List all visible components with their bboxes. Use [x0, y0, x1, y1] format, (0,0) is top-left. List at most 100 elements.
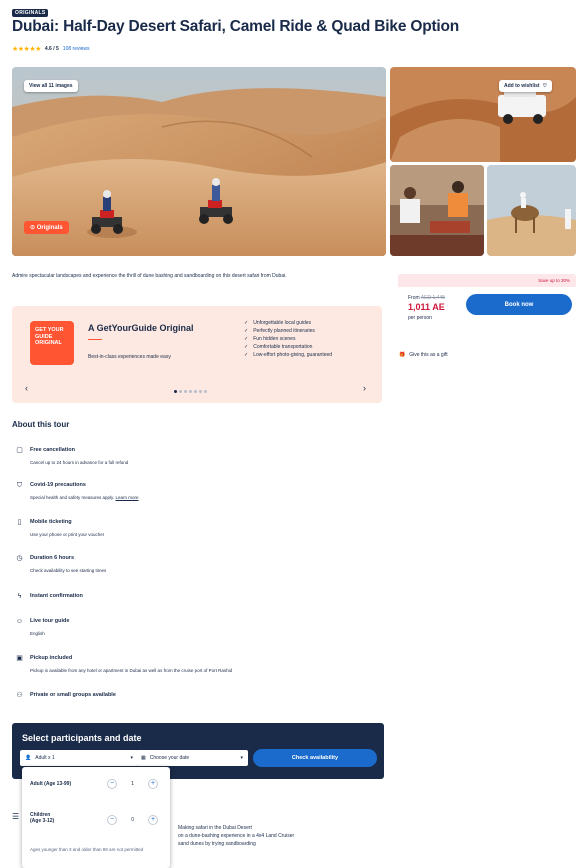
about-item-pickup: ▣ Pickup included Pickup is available fr… [15, 654, 375, 674]
date-placeholder: Choose your date [149, 755, 190, 761]
about-item-live-guide: ☺ Live tour guide English [15, 617, 375, 637]
about-item-title: Pickup included [30, 655, 73, 661]
originals-badge: ORIGINALS [12, 9, 49, 17]
highlights-text: Making safari in the Dubai Desert on a d… [178, 824, 378, 848]
feature-item: Fun hidden scenes [244, 335, 332, 343]
about-item-desc: Check availability to see starting times [30, 568, 107, 573]
carousel-dot[interactable] [199, 390, 202, 393]
add-to-wishlist-button[interactable]: Add to wishlist ♡ [499, 80, 553, 92]
adult-row: Adult (Age 13-99) [30, 781, 71, 787]
about-item-title: Private or small groups available [30, 692, 116, 698]
carousel-dot[interactable] [194, 390, 197, 393]
about-item-instant-confirmation: ϟ Instant confirmation [15, 592, 375, 601]
child-row: Children (Age 3-12) [30, 812, 54, 824]
gyg-originals-logo: GET YOUR GUIDE ORIGINAL [30, 321, 74, 365]
rating-row: ★★★★★ 4.6 / 5 108 reviews [12, 45, 89, 53]
carousel-dot[interactable] [204, 390, 207, 393]
plus-button[interactable]: + [148, 779, 158, 789]
originals-tag: ⊙ Originals [24, 221, 69, 234]
highlight-line: sand dunes by trying sandboarding [178, 841, 256, 847]
about-item-desc: Special health and safety measures apply… [30, 494, 139, 501]
learn-more-link[interactable]: Learn more [115, 495, 138, 500]
wishlist-label: Add to wishlist [504, 83, 540, 89]
adult-count: 1 [131, 781, 134, 787]
originals-carousel-card: GET YOUR GUIDE ORIGINAL A GetYourGuide O… [12, 306, 382, 403]
participants-value: Adult x 1 [35, 755, 55, 761]
savings-banner: Save up to 30% [398, 274, 576, 287]
about-item-groups: ⚇ Private or small groups available [15, 691, 375, 700]
carousel-prev-icon[interactable]: ‹ [25, 383, 28, 393]
feature-item: Comfortable transportation [244, 343, 332, 351]
highlight-line: on a dune-bashing experience in a 4x4 La… [178, 833, 295, 839]
old-price: AED 1,445 [420, 295, 445, 301]
heart-icon: ♡ [542, 83, 548, 89]
view-all-images-button[interactable]: View all 11 images [24, 80, 78, 92]
clock-icon: ◷ [16, 555, 23, 562]
originals-tag-icon: ⊙ [30, 225, 37, 231]
current-price: 1,011 AE [408, 302, 445, 312]
product-description: Admire spectacular landscapes and experi… [12, 273, 287, 279]
gallery-image-camel[interactable] [487, 165, 576, 256]
originals-card-title: A GetYourGuide Original [88, 323, 194, 333]
carousel-dot[interactable] [184, 390, 187, 393]
carousel-dot[interactable] [179, 390, 182, 393]
feature-item: Unforgettable local guides [244, 319, 332, 327]
about-item-title: Mobile ticketing [30, 519, 72, 525]
gift-icon: 🎁 [399, 352, 406, 358]
about-item-desc-text: Special health and safety measures apply… [30, 495, 115, 500]
lightning-icon: ϟ [17, 593, 22, 600]
chevron-down-icon: ▾ [240, 755, 243, 761]
about-item-title: Duration 6 hours [30, 555, 75, 561]
minus-button[interactable]: − [107, 779, 118, 789]
feature-item: Perfectly planned itineraries [244, 327, 332, 335]
about-item-desc: Use your phone or print your voucher [30, 532, 105, 537]
child-stepper: − 0 + [107, 815, 158, 825]
about-item-title: Covid-19 precautions [30, 482, 86, 488]
adult-label: Adult (Age 13-99) [30, 781, 72, 787]
gift-link[interactable]: 🎁 Give this as a gift [399, 352, 448, 358]
from-price-label: From AED 1,445 [408, 295, 445, 301]
carousel-dot[interactable] [174, 390, 177, 393]
check-availability-button[interactable]: Check availability [253, 749, 377, 767]
carousel-dots [174, 390, 207, 393]
gallery-image-camp[interactable] [390, 165, 484, 256]
about-item-title: Free cancellation [30, 447, 75, 453]
about-section-title: About this tour [12, 420, 70, 429]
calendar-icon: ▦ [141, 755, 146, 761]
per-person-label: per person [408, 315, 432, 321]
child-age: (Age 3-12) [30, 818, 55, 824]
minus-button[interactable]: − [107, 815, 118, 825]
about-item-duration: ◷ Duration 6 hours Check availability to… [15, 554, 375, 574]
originals-feature-list: Unforgettable local guides Perfectly pla… [244, 319, 332, 359]
chevron-down-icon: ▾ [130, 755, 133, 761]
guide-icon: ☺ [15, 618, 24, 625]
title-underline [88, 339, 102, 340]
person-icon: 👤 [25, 755, 32, 761]
participants-select[interactable]: 👤 Adult x 1 ▾ [20, 750, 138, 766]
plus-button[interactable]: + [148, 815, 158, 825]
rating-value: 4.6 / 5 [44, 46, 59, 52]
about-item-title: Live tour guide [30, 618, 70, 624]
gift-label: Give this as a gift [409, 352, 448, 358]
participants-dropdown: Adult (Age 13-99) − 1 + Children (Age 3-… [22, 767, 170, 868]
reviews-link[interactable]: 108 reviews [63, 46, 90, 52]
child-count: 0 [131, 817, 134, 823]
feature-item: Low-effort photo-giving, guaranteed [244, 351, 332, 359]
date-picker[interactable]: ▦ Choose your date ▾ [136, 750, 248, 766]
about-item-covid: ⛉ Covid-19 precautions Special health an… [15, 481, 375, 501]
rating-stars: ★★★★★ [12, 46, 41, 53]
highlight-line: Making safari in the Dubai Desert [178, 825, 252, 831]
group-icon: ⚇ [16, 692, 23, 699]
phone-icon: ▯ [17, 519, 22, 526]
about-item-desc: English [30, 631, 45, 636]
from-label: From [408, 295, 420, 301]
price-card: Save up to 30% From AED 1,445 1,011 AE p… [398, 274, 576, 340]
carousel-dot[interactable] [189, 390, 192, 393]
page-title: Dubai: Half-Day Desert Safari, Camel Rid… [12, 18, 460, 35]
shield-icon: ⛉ [16, 482, 23, 489]
about-item-title: Instant confirmation [30, 593, 83, 599]
book-now-button[interactable]: Book now [466, 294, 572, 315]
highlights-icon: ☰ [12, 812, 20, 821]
originals-card-subtitle: Best-in-class experiences made easy [88, 354, 171, 360]
carousel-next-icon[interactable]: › [363, 383, 366, 393]
